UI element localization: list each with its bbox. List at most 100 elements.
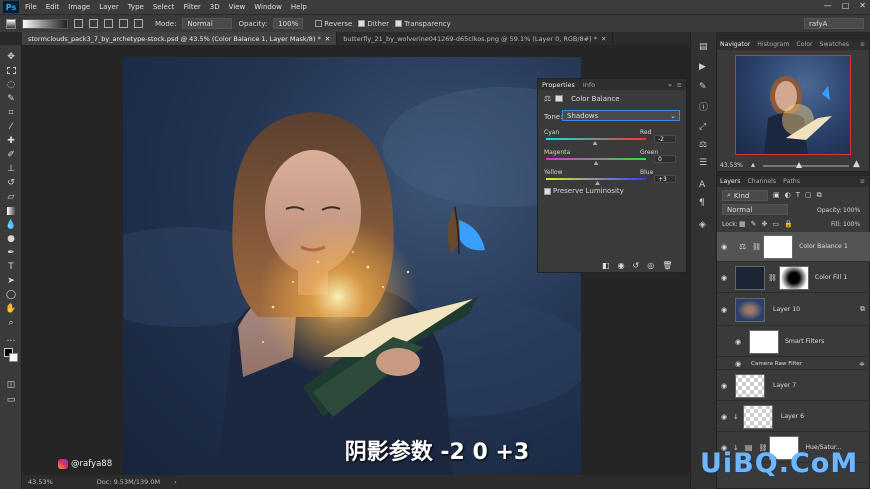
- transparency-checkbox[interactable]: Transparency: [395, 20, 451, 28]
- sliders-icon[interactable]: ☰: [699, 158, 707, 168]
- shape-tool-icon[interactable]: ◯: [5, 289, 17, 300]
- type-filter-icon[interactable]: T: [796, 191, 800, 200]
- gradient-picker[interactable]: [22, 18, 68, 29]
- menu-select[interactable]: Select: [153, 3, 175, 11]
- close-icon[interactable]: ✕: [859, 1, 866, 10]
- zoom-tool-icon[interactable]: ⌕: [5, 317, 17, 328]
- healing-tool-icon[interactable]: ✚: [5, 135, 17, 146]
- eyedropper-tool-icon[interactable]: ⁄: [5, 121, 17, 132]
- radial-gradient-icon[interactable]: [89, 19, 98, 28]
- visibility-eye-icon[interactable]: ◉: [717, 413, 731, 421]
- mode-dropdown[interactable]: Normal: [182, 18, 233, 29]
- menu-view[interactable]: View: [229, 3, 246, 11]
- history-icon[interactable]: ▤: [699, 42, 708, 52]
- zoom-slider[interactable]: [763, 162, 849, 168]
- visibility-eye-icon[interactable]: ◉: [717, 243, 731, 251]
- layer-mask-thumbnail[interactable]: [778, 265, 809, 290]
- layer-row-smart-filters[interactable]: ◉ Smart Filters: [717, 327, 870, 357]
- workspace-dropdown[interactable]: rafyA: [804, 18, 864, 29]
- linear-gradient-icon[interactable]: [74, 19, 83, 28]
- panel-menu-icon[interactable]: ≡: [860, 178, 865, 185]
- layer-row-color-fill[interactable]: ◉ ⛓ Color Fill 1: [717, 263, 870, 293]
- paragraph-icon[interactable]: ¶: [699, 198, 705, 208]
- tab-channels[interactable]: Channels: [747, 178, 776, 185]
- status-arrow-icon[interactable]: ›: [174, 478, 177, 486]
- angle-gradient-icon[interactable]: [104, 19, 113, 28]
- navigator-thumbnail[interactable]: [735, 55, 851, 155]
- marquee-tool-icon[interactable]: [5, 65, 17, 76]
- lasso-tool-icon[interactable]: ◌: [5, 79, 17, 90]
- tab-stormclouds[interactable]: stormclouds_pack3_7_by_archetype-stock.p…: [22, 32, 338, 45]
- tab-swatches[interactable]: Swatches: [820, 41, 850, 48]
- info-icon[interactable]: ⓘ: [699, 100, 708, 113]
- tab-histogram[interactable]: Histogram: [757, 41, 789, 48]
- opacity-field[interactable]: 100%: [273, 18, 304, 29]
- lock-all-icon[interactable]: 🔒: [784, 220, 793, 228]
- menu-type[interactable]: Type: [128, 3, 144, 11]
- adjustment-filter-icon[interactable]: ◐: [785, 191, 791, 200]
- menu-file[interactable]: File: [25, 3, 37, 11]
- panel-menu-icon[interactable]: ≡: [860, 41, 865, 48]
- fill-value[interactable]: 100%: [843, 221, 860, 228]
- blend-mode-dropdown[interactable]: Normal: [722, 204, 788, 215]
- dodge-tool-icon[interactable]: ●: [5, 233, 17, 244]
- view-previous-icon[interactable]: ◉: [618, 261, 625, 270]
- slider-track[interactable]: [546, 158, 646, 160]
- shape-filter-icon[interactable]: ▢: [805, 191, 812, 200]
- move-tool-icon[interactable]: ✥: [5, 51, 17, 62]
- layer-row-color-balance[interactable]: ◉ ⚖ ⛓ Color Balance 1: [717, 232, 870, 262]
- lock-position-icon[interactable]: ✥: [762, 220, 768, 228]
- blur-tool-icon[interactable]: 💧: [5, 219, 17, 230]
- preserve-luminosity-checkbox[interactable]: Preserve Luminosity: [544, 187, 624, 195]
- reflected-gradient-icon[interactable]: [119, 19, 128, 28]
- menu-edit[interactable]: Edit: [46, 3, 60, 11]
- slider-track[interactable]: [546, 178, 646, 180]
- crop-tool-icon[interactable]: ⌗: [5, 107, 17, 118]
- color-swatches[interactable]: [4, 348, 18, 362]
- slider-thumb[interactable]: [592, 141, 598, 145]
- transform-icon[interactable]: ⤢: [699, 122, 706, 132]
- history-brush-tool-icon[interactable]: ↺: [5, 177, 17, 188]
- canvas-image[interactable]: [123, 57, 581, 475]
- minimize-icon[interactable]: —: [824, 1, 832, 10]
- opacity-value[interactable]: 100%: [843, 207, 860, 214]
- zoom-in-icon[interactable]: ▲: [853, 159, 860, 169]
- menu-help[interactable]: Help: [291, 3, 307, 11]
- filter-options-icon[interactable]: ≑: [859, 360, 865, 368]
- delete-icon[interactable]: 🗑: [662, 261, 672, 270]
- tab-butterfly[interactable]: butterfly_21_by_wolverine041269-d65clkos…: [337, 32, 614, 45]
- close-icon[interactable]: ✕: [325, 35, 330, 43]
- artboard-icon[interactable]: ▭: [772, 220, 779, 228]
- type-tool-icon[interactable]: T: [5, 261, 17, 272]
- tab-color[interactable]: Color: [796, 41, 812, 48]
- menu-layer[interactable]: Layer: [99, 3, 119, 11]
- visibility-icon[interactable]: ◎: [647, 261, 654, 270]
- zoom-out-icon[interactable]: ▴: [751, 160, 755, 169]
- mask-icon[interactable]: [555, 95, 564, 102]
- visibility-eye-icon[interactable]: ◉: [731, 360, 745, 368]
- brush-settings-icon[interactable]: ✎: [699, 82, 707, 92]
- close-icon[interactable]: ✕: [601, 35, 606, 43]
- visibility-eye-icon[interactable]: ◉: [717, 306, 731, 314]
- path-select-tool-icon[interactable]: ➤: [5, 275, 17, 286]
- layer-mask-thumbnail[interactable]: [763, 234, 794, 259]
- slider-thumb[interactable]: [595, 181, 600, 185]
- layer-row-layer-10[interactable]: ◉ Layer 10 ⧉: [717, 294, 870, 326]
- visibility-eye-icon[interactable]: ◉: [717, 382, 731, 390]
- layer-row-camera-raw[interactable]: ◉ Camera Raw Filter ≑: [717, 358, 870, 370]
- layer-row-layer-6[interactable]: ◉ ↓ Layer 6: [717, 402, 870, 432]
- tone-dropdown[interactable]: Shadows ⌄: [562, 110, 680, 121]
- slider-value-field[interactable]: 0: [654, 155, 676, 163]
- menu-filter[interactable]: Filter: [183, 3, 200, 11]
- tab-properties[interactable]: Properties: [542, 81, 575, 89]
- collapse-icon[interactable]: »: [668, 81, 672, 89]
- quick-mask-icon[interactable]: ◫: [5, 379, 17, 390]
- eraser-tool-icon[interactable]: ▱: [5, 191, 17, 202]
- 3d-icon[interactable]: ◈: [699, 220, 706, 230]
- status-zoom[interactable]: 43.53%: [28, 478, 53, 486]
- menu-window[interactable]: Window: [254, 3, 282, 11]
- zoom-slider-thumb[interactable]: [796, 162, 802, 168]
- pen-tool-icon[interactable]: ✒: [5, 247, 17, 258]
- dither-checkbox[interactable]: Dither: [358, 20, 389, 28]
- character-icon[interactable]: A: [699, 180, 705, 190]
